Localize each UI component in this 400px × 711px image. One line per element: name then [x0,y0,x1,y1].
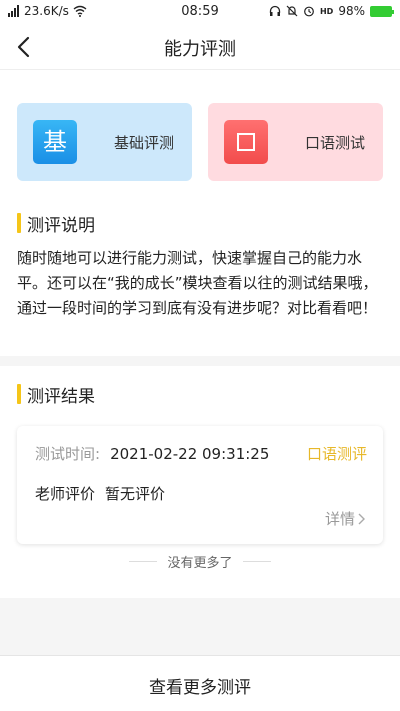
divider-line [242,561,271,562]
oral-test-label: 口语测试 [304,134,365,152]
teacher-review-label: 老师评价 [35,485,96,503]
description-heading-text: 测评说明 [27,215,95,236]
oral-test-card[interactable]: 口语测试 [208,103,383,181]
hd-badge: HD [319,6,334,16]
page: 23.6K/s 08:59 HD 98% 能力评测 基 基础评测 口语测试 测评… [0,0,400,711]
test-time-value: 2021-02-22 09:31:25 [110,445,270,463]
view-more-button[interactable]: 查看更多测评 [0,655,400,711]
oral-badge-icon [224,120,268,164]
square-icon [237,133,255,151]
basic-assessment-card[interactable]: 基 基础评测 [17,103,192,181]
result-card[interactable]: 测试时间: 2021-02-22 09:31:25 口语测评 老师评价 暂无评价 详… [17,426,383,544]
no-more-text: 没有更多了 [167,556,233,571]
divider-line [129,561,158,562]
bell-muted-icon [286,5,298,17]
status-bar: 23.6K/s 08:59 HD 98% [0,0,400,24]
detail-label: 详情 [324,510,355,528]
page-title: 能力评测 [164,39,236,60]
alarm-icon [304,6,314,17]
basic-assessment-label: 基础评测 [113,134,174,152]
test-time-row: 测试时间: 2021-02-22 09:31:25 [35,443,269,464]
description-text: 随时随地可以进行能力测试，快速掌握自己的能力水平。还可以在“我的成长”模块查看以… [17,249,378,317]
battery-percent: 98% [338,4,365,18]
no-more-indicator: 没有更多了 [0,552,400,571]
results-heading: 测评结果 [17,384,95,407]
heading-accent-bar [17,384,21,404]
description-heading: 测评说明 [17,213,95,236]
teacher-review-value: 暂无评价 [105,485,166,503]
status-right: HD 98% [269,4,394,18]
teacher-review-row: 老师评价 暂无评价 [35,483,165,504]
basic-badge-icon: 基 [33,120,77,164]
results-heading-text: 测评结果 [27,386,95,407]
intro-section: 基 基础评测 口语测试 测评说明 随时随地可以进行能力测试，快速掌握自己的能力水… [0,70,400,356]
test-type-label: 口语测评 [306,445,367,463]
header: 能力评测 [0,24,400,70]
headphones-icon [269,5,281,16]
test-time-label: 测试时间: [35,445,101,463]
chevron-right-icon [358,513,365,524]
view-more-label: 查看更多测评 [149,678,251,698]
results-section: 测评结果 测试时间: 2021-02-22 09:31:25 口语测评 老师评价暂… [0,366,400,598]
heading-accent-bar [17,213,21,233]
battery-icon [370,5,394,17]
detail-link[interactable]: 详情 [325,508,367,529]
